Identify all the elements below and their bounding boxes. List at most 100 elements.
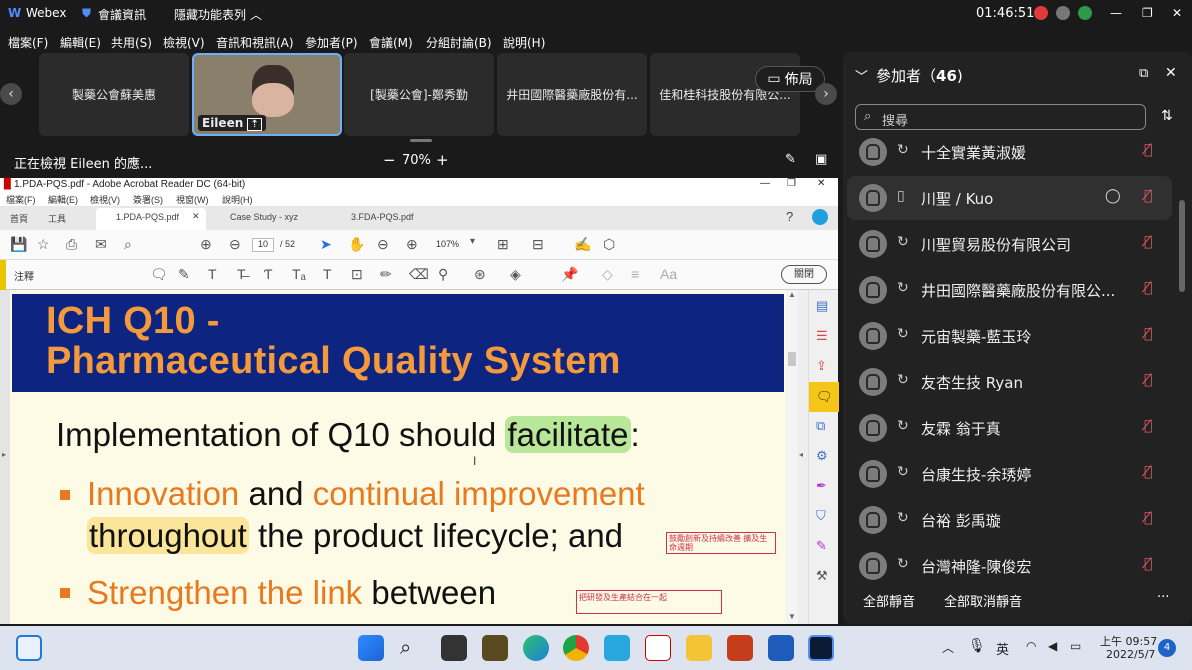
popout-icon[interactable]: ⧉ — [1139, 66, 1148, 81]
scroll-mode-icon[interactable]: ⊟ — [532, 236, 544, 253]
shapes-icon[interactable]: ◈ — [510, 266, 521, 283]
text-field-icon[interactable]: ⊡ — [351, 266, 363, 283]
close-annot-button[interactable]: 關閉 — [781, 265, 827, 284]
notification-badge[interactable]: 4 — [1158, 639, 1176, 657]
layout-button[interactable]: ▭ 佈局 — [755, 66, 825, 92]
zoom-out-icon[interactable]: ⊖ — [377, 236, 389, 253]
recording-icon[interactable] — [1034, 6, 1048, 20]
menu-file[interactable]: 檔案(F) — [8, 34, 48, 51]
sort-icon[interactable]: ⇅ — [1161, 108, 1173, 124]
color-icon[interactable]: ◇ — [602, 266, 613, 283]
scroll-thumb[interactable] — [1179, 200, 1185, 292]
restore-icon[interactable]: ❐ — [1142, 6, 1153, 20]
start-icon[interactable] — [358, 635, 384, 661]
resize-handle[interactable] — [410, 139, 432, 142]
menu-view[interactable]: 檢視(V) — [163, 34, 205, 51]
mic-muted-icon[interactable]: 🎙̸ — [1144, 464, 1152, 480]
mute-all-button[interactable]: 全部靜音 — [863, 591, 915, 610]
sign-icon[interactable]: ✎ — [816, 538, 827, 554]
close-icon[interactable]: ✕ — [192, 211, 200, 222]
font-size-icon[interactable]: Aa — [660, 266, 677, 282]
tab-home[interactable]: 首頁 — [10, 212, 28, 225]
star-icon[interactable]: ☆ — [37, 236, 50, 253]
replace-text-icon[interactable]: Ƭ — [264, 266, 273, 282]
tab-pdf-active[interactable]: 1.PDA-PQS.pdf ✕ — [96, 208, 206, 230]
page-up-icon[interactable]: ⊕ — [200, 236, 212, 253]
line-weight-icon[interactable]: ≡ — [631, 266, 639, 282]
menu-breakout[interactable]: 分組討論(B) — [426, 34, 492, 51]
taskbar-time[interactable]: 上午 09:57 — [1100, 633, 1157, 649]
stamp-icon[interactable]: ⚲ — [438, 266, 448, 283]
highlight-icon[interactable]: ✎ — [178, 266, 190, 283]
close-icon[interactable]: ✕ — [1172, 6, 1182, 20]
unmute-all-button[interactable]: 全部取消靜音 — [944, 591, 1022, 610]
more-tools-icon[interactable]: ⚒ — [816, 568, 828, 584]
close-icon[interactable]: ✕ — [1165, 65, 1177, 81]
create-pdf-icon[interactable]: ▤ — [816, 298, 828, 314]
acro-menu-view[interactable]: 檢視(V) — [90, 193, 120, 206]
search-icon[interactable]: ⌕ — [400, 635, 426, 661]
ime-indicator[interactable]: 英 — [996, 639, 1009, 658]
close-icon[interactable]: ✕ — [817, 178, 825, 189]
annotate-icon[interactable]: ✎ — [785, 152, 796, 167]
zoom-out-button[interactable]: − — [383, 151, 396, 169]
hide-menu-button[interactable]: 隱藏功能表列 — [174, 6, 246, 23]
mic-muted-icon[interactable]: 🎙̸ — [1144, 372, 1152, 388]
search-input[interactable]: ⌕ 搜尋 — [855, 104, 1146, 130]
mic-muted-icon[interactable]: 🎙̸ — [1144, 142, 1152, 158]
pointer-icon[interactable]: ➤ — [320, 236, 332, 253]
menu-help[interactable]: 說明(H) — [503, 34, 545, 51]
acro-menu-window[interactable]: 視窗(W) — [176, 193, 209, 206]
insert-text-icon[interactable]: Tₐ — [292, 266, 306, 282]
widgets-icon[interactable] — [16, 635, 42, 661]
wifi-icon[interactable]: ◠ — [1026, 639, 1036, 653]
participant-row[interactable]: ↻ 元宙製藥-藍玉玲 🎙̸ — [847, 314, 1172, 358]
chevron-up-icon[interactable]: ︿ — [942, 639, 954, 656]
minimize-icon[interactable]: — — [1110, 6, 1122, 20]
notepad-icon[interactable] — [604, 635, 630, 661]
comment-icon[interactable]: 🗨 — [150, 266, 168, 283]
participant-row[interactable]: ↻ 友杏生技 Ryan 🎙̸ — [847, 360, 1172, 404]
fill-sign-icon[interactable]: ✍ — [574, 236, 591, 253]
zoom-in-button[interactable]: + — [436, 151, 449, 169]
menu-meeting[interactable]: 會議(M) — [369, 34, 413, 51]
mic-muted-icon[interactable]: 🎙̸ — [1144, 280, 1152, 296]
meeting-info-button[interactable]: 會議資訊 — [98, 6, 146, 23]
chrome-icon[interactable] — [563, 635, 589, 661]
network-icon[interactable] — [1056, 6, 1070, 20]
mic-icon[interactable]: 🎙 — [968, 638, 986, 654]
underline-text-icon[interactable]: T — [208, 266, 217, 282]
zoom-select[interactable]: 107% — [436, 239, 459, 249]
more-options-button[interactable]: ... — [1157, 586, 1169, 601]
participant-thumbnail-active[interactable]: Eileen ⇡ — [192, 53, 342, 136]
file-app-icon[interactable] — [482, 635, 508, 661]
battery-icon[interactable]: ▭ — [1070, 639, 1081, 653]
participant-row[interactable]: ↻ 台灣神隆-陳俊宏 🎙̸ — [847, 544, 1172, 588]
print-icon[interactable]: ⎙ — [66, 236, 77, 253]
sticky-note[interactable]: 鼓勵創新及持續改善 擴及生命週期 — [666, 532, 776, 554]
acro-menu-help[interactable]: 說明(H) — [222, 193, 253, 206]
protect-icon[interactable]: ⛉ — [816, 508, 826, 524]
fill-sign-icon[interactable]: ✒ — [816, 478, 827, 494]
participant-row[interactable]: ↻ 台裕 彭禹璇 🎙̸ — [847, 498, 1172, 542]
task-view-icon[interactable] — [441, 635, 467, 661]
participant-thumbnail[interactable]: 井田國際醫藥廠股份有... — [497, 53, 647, 136]
participant-row[interactable]: ↻ 台康生技-余琇婷 🎙̸ — [847, 452, 1172, 496]
folder-icon[interactable] — [686, 635, 712, 661]
taskbar-date[interactable]: 2022/5/7 — [1106, 648, 1155, 661]
hand-icon[interactable]: ✋ — [348, 236, 365, 253]
scrollbar[interactable]: ▲ ▼ — [786, 290, 798, 624]
account-icon[interactable] — [812, 209, 828, 225]
chevron-left-icon[interactable]: ‹ — [0, 83, 22, 105]
mic-muted-icon[interactable]: 🎙̸ — [1144, 234, 1152, 250]
search-icon[interactable]: ⌕ — [124, 236, 132, 253]
participant-row[interactable]: ↻ 友霖 翁于真 🎙̸ — [847, 406, 1172, 450]
mic-muted-icon[interactable]: 🎙̸ — [1144, 326, 1152, 342]
strikethrough-icon[interactable]: T̶ — [237, 266, 246, 282]
chevron-right-icon[interactable]: › — [815, 83, 837, 105]
compress-icon[interactable]: ⚙ — [816, 448, 828, 464]
edge-icon[interactable] — [523, 635, 549, 661]
chat-icon[interactable]: ◯ — [1105, 188, 1121, 204]
combine-icon[interactable]: ⧉ — [816, 418, 825, 434]
page-number-input[interactable]: 10 — [252, 238, 274, 252]
